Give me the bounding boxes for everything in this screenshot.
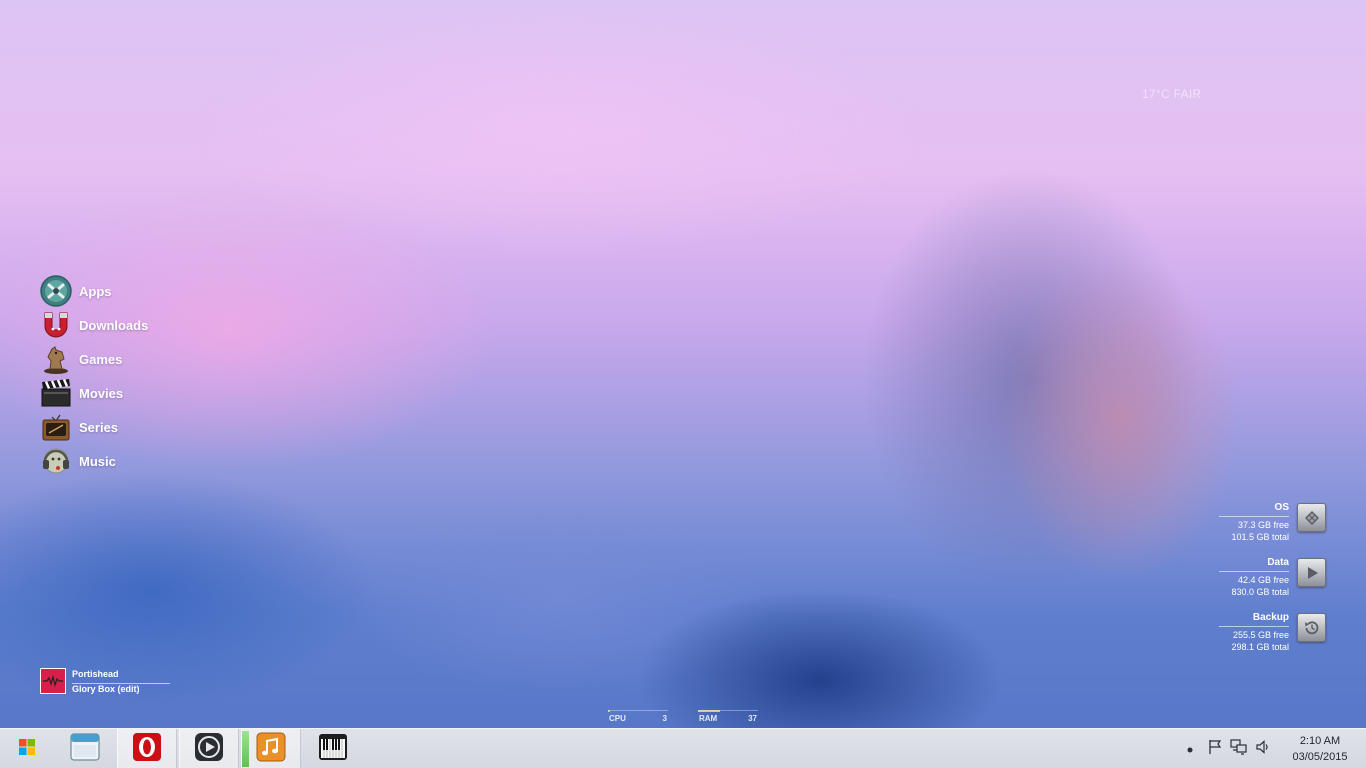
- drive-total: 830.0 GB total: [1231, 587, 1289, 597]
- now-playing-track: Glory Box (edit): [72, 684, 140, 694]
- drive-monitor: OS 37.3 GB free 101.5 GB total Data 42.4…: [1219, 500, 1330, 665]
- shortcut-label: Apps: [79, 283, 112, 299]
- shortcut-apps[interactable]: Apps: [40, 274, 148, 308]
- ram-meter: RAM 37: [698, 710, 758, 724]
- drive-name: OS: [1219, 502, 1289, 517]
- flag-icon: [1207, 739, 1223, 760]
- piano-keys-icon: [318, 733, 348, 766]
- taskbar-progress: [242, 731, 249, 767]
- drive-total: 101.5 GB total: [1231, 532, 1289, 542]
- shortcut-music[interactable]: Music: [40, 444, 148, 478]
- taskbar-piano[interactable]: [303, 729, 363, 768]
- shortcut-label: Series: [79, 419, 119, 435]
- retro-tv-icon: [40, 411, 72, 443]
- taskbar-file-explorer[interactable]: [55, 729, 115, 768]
- taskbar-itunes[interactable]: [241, 729, 301, 768]
- shortcut-downloads[interactable]: Downloads: [40, 308, 148, 342]
- tray-action-center[interactable]: [1204, 729, 1226, 768]
- cpu-meter: CPU 3: [608, 710, 668, 724]
- media-drive-icon: [1297, 558, 1326, 587]
- windows-logo-icon: [19, 738, 35, 760]
- drive-name: Backup: [1219, 612, 1289, 627]
- album-art: [40, 668, 66, 694]
- shortcut-label: Movies: [79, 385, 124, 401]
- drive-name: Data: [1219, 557, 1289, 572]
- shortcut-games[interactable]: Games: [40, 342, 148, 376]
- magnet-icon: [40, 309, 72, 341]
- headphones-icon: [40, 445, 72, 477]
- shortcut-movies[interactable]: Movies: [40, 376, 148, 410]
- speaker-icon: [1255, 739, 1271, 760]
- music-note-icon: [256, 732, 286, 767]
- tray-volume[interactable]: [1252, 729, 1274, 768]
- shortcut-label: Games: [79, 351, 123, 367]
- cpu-meter-fill: [608, 710, 610, 712]
- cpu-label: CPU: [609, 714, 626, 723]
- clock-date: 03/05/2015: [1292, 751, 1348, 763]
- clapperboard-icon: [40, 377, 72, 409]
- drive-backup[interactable]: Backup 255.5 GB free 298.1 GB total: [1219, 610, 1330, 665]
- drive-free: 42.4 GB free: [1237, 575, 1289, 585]
- ram-value: 37: [748, 714, 757, 723]
- network-icon: [1230, 738, 1248, 760]
- taskbar-clock[interactable]: 2:10 AM 03/05/2015: [1284, 733, 1356, 765]
- drive-data[interactable]: Data 42.4 GB free 830.0 GB total: [1219, 555, 1330, 610]
- backup-drive-icon: [1297, 613, 1326, 642]
- drive-os[interactable]: OS 37.3 GB free 101.5 GB total: [1219, 500, 1330, 555]
- weather-widget: 17°C FAIR: [1142, 87, 1202, 101]
- shortcut-label: Music: [79, 453, 116, 469]
- drive-free: 255.5 GB free: [1232, 630, 1289, 640]
- clock-time: 2:10 AM: [1299, 735, 1341, 747]
- chess-knight-icon: [40, 343, 72, 375]
- now-playing-artist: Portishead: [72, 669, 170, 684]
- taskbar-opera[interactable]: [117, 729, 177, 768]
- shortcut-series[interactable]: Series: [40, 410, 148, 444]
- tray-dot[interactable]: [1182, 729, 1198, 768]
- taskbar-media-player[interactable]: [179, 729, 239, 768]
- dot-icon: [1187, 740, 1193, 758]
- shortcut-label: Downloads: [79, 317, 149, 333]
- start-button[interactable]: [0, 729, 54, 768]
- ram-meter-fill: [698, 710, 720, 712]
- ram-label: RAM: [699, 714, 718, 723]
- drive-free: 37.3 GB free: [1237, 520, 1289, 530]
- opera-icon: [132, 732, 162, 767]
- play-circle-icon: [194, 732, 224, 767]
- drive-total: 298.1 GB total: [1231, 642, 1289, 652]
- taskbar: 2:10 AM 03/05/2015: [0, 728, 1366, 768]
- windows-drive-icon: [1297, 503, 1326, 532]
- tray-network[interactable]: [1228, 729, 1250, 768]
- cpu-value: 3: [662, 714, 667, 723]
- apps-icon: [40, 275, 72, 307]
- window-icon: [70, 732, 100, 766]
- shortcut-list: Apps Downloads Games Movies Series Music: [40, 274, 148, 478]
